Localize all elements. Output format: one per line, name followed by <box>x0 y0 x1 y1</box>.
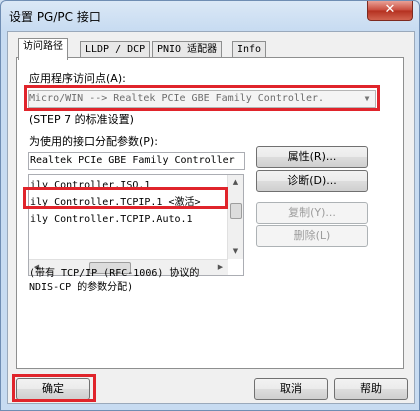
close-icon: ✕ <box>384 2 396 17</box>
list-item-iso[interactable]: ily Controller.ISO.1 <box>30 178 150 193</box>
ok-button[interactable]: 确定 <box>16 378 90 400</box>
scroll-right-icon[interactable]: ▶ <box>214 261 227 274</box>
close-button[interactable]: ✕ <box>367 1 413 21</box>
properties-button[interactable]: 属性(R)... <box>256 146 368 168</box>
list-item-tcpip-auto[interactable]: ily Controller.TCPIP.Auto.1 <box>30 212 193 227</box>
delete-button[interactable]: 删除(L) <box>256 225 368 247</box>
window-title: 设置 PG/PC 接口 <box>9 10 101 24</box>
diagnostics-button[interactable]: 诊断(D)... <box>256 170 368 192</box>
tab-access-path[interactable]: 访问路径 <box>18 38 68 60</box>
scroll-up-icon[interactable]: ▲ <box>229 176 242 189</box>
help-button[interactable]: 帮助 <box>334 378 408 400</box>
copy-button[interactable]: 复制(Y)... <box>256 202 368 224</box>
scroll-down-icon[interactable]: ▼ <box>229 245 242 258</box>
access-point-select[interactable]: Micro/WIN --> Realtek PCIe GBE Family Co… <box>28 90 376 108</box>
chevron-down-icon: ▼ <box>364 94 370 103</box>
info-text-line-1: (带有 TCP/IP (RFC-1006) 协议的 <box>29 268 200 279</box>
vertical-scroll-thumb[interactable] <box>230 203 242 219</box>
params-current-field[interactable]: Realtek PCIe GBE Family Controller <box>28 152 245 170</box>
params-list[interactable]: ily Controller.ISO.1 ily Controller.TCPI… <box>28 174 244 276</box>
dialog-window: 设置 PG/PC 接口 ✕ 访问路径 LLDP / DCP PNIO 适配器 I… <box>0 0 420 411</box>
access-point-label: 应用程序访问点(A): <box>29 72 126 85</box>
access-point-note: (STEP 7 的标准设置) <box>29 113 134 126</box>
dialog-client: 访问路径 LLDP / DCP PNIO 适配器 Info 应用程序访问点(A)… <box>7 31 415 404</box>
access-point-value: Micro/WIN --> Realtek PCIe GBE Family Co… <box>29 93 325 104</box>
vertical-scrollbar[interactable]: ▲ ▼ <box>227 175 243 259</box>
params-label: 为使用的接口分配参数(P): <box>29 135 158 148</box>
info-text-line-2: NDIS-CP 的参数分配) <box>29 282 134 293</box>
list-item-tcpip-active[interactable]: ily Controller.TCPIP.1 <激活> <box>30 195 201 210</box>
cancel-button[interactable]: 取消 <box>254 378 328 400</box>
